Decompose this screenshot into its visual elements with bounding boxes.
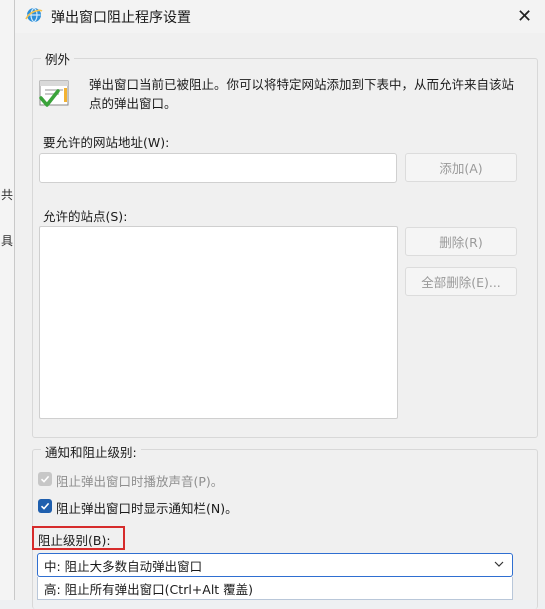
show-notification-bar-checkbox[interactable]: [38, 499, 52, 513]
title-bar: 弹出窗口阻止程序设置 ✕: [15, 0, 545, 33]
remove-all-button[interactable]: 全部删除(E)...: [405, 267, 517, 296]
blocking-level-label: 阻止级别(B):: [38, 533, 111, 548]
blocking-level-option-high[interactable]: 高: 阻止所有弹出窗口(Ctrl+Alt 覆盖): [37, 577, 513, 600]
chevron-down-icon: [494, 561, 504, 567]
dialog-title: 弹出窗口阻止程序设置: [51, 10, 191, 26]
remove-button[interactable]: 删除(R): [405, 227, 517, 256]
exceptions-description: 弹出窗口当前已被阻止。你可以将特定网站添加到下表中，从而允许来自该站点的弹出窗口…: [89, 77, 515, 111]
show-notification-bar-label: 阻止弹出窗口时显示通知栏(N)。: [56, 501, 238, 516]
add-button[interactable]: 添加(A): [405, 153, 517, 182]
checkmark-icon: [40, 502, 50, 510]
checkmark-icon: [40, 475, 50, 483]
background-window-edge: [0, 0, 15, 600]
close-icon: ✕: [516, 6, 533, 27]
blocking-level-select[interactable]: 中: 阻止大多数自动弹出窗口: [37, 553, 513, 577]
website-address-label: 要允许的网站地址(W):: [43, 135, 170, 150]
website-address-input[interactable]: [39, 153, 397, 183]
popup-window-check-icon: [39, 80, 69, 107]
close-button[interactable]: ✕: [503, 0, 545, 33]
background-text-2: 具: [1, 234, 14, 248]
allowed-sites-label: 允许的站点(S):: [43, 209, 128, 224]
notification-legend: 通知和阻止级别:: [41, 442, 141, 461]
exceptions-legend: 例外: [41, 49, 75, 68]
play-sound-checkbox[interactable]: [38, 472, 52, 486]
popup-blocker-settings-dialog: 弹出窗口阻止程序设置 ✕ 例外 弹出窗口当前已被阻止。你可以将特定网站添加到下表…: [14, 0, 545, 609]
blocking-level-selected-value: 中: 阻止大多数自动弹出窗口: [44, 558, 203, 574]
background-text-1: 共: [1, 188, 14, 202]
allowed-sites-list[interactable]: [39, 226, 398, 419]
play-sound-label: 阻止弹出窗口时播放声音(P)。: [56, 474, 224, 489]
ie-globe-icon: [25, 7, 43, 23]
